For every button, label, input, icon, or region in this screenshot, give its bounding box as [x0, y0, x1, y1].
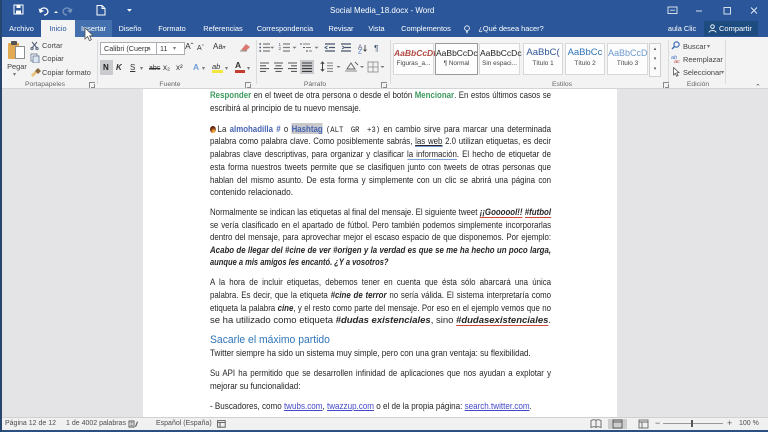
- svg-text:¶: ¶: [374, 43, 379, 53]
- svg-text:ac: ac: [674, 59, 680, 63]
- svg-text:2: 2: [279, 46, 282, 51]
- svg-text:Z: Z: [358, 49, 362, 55]
